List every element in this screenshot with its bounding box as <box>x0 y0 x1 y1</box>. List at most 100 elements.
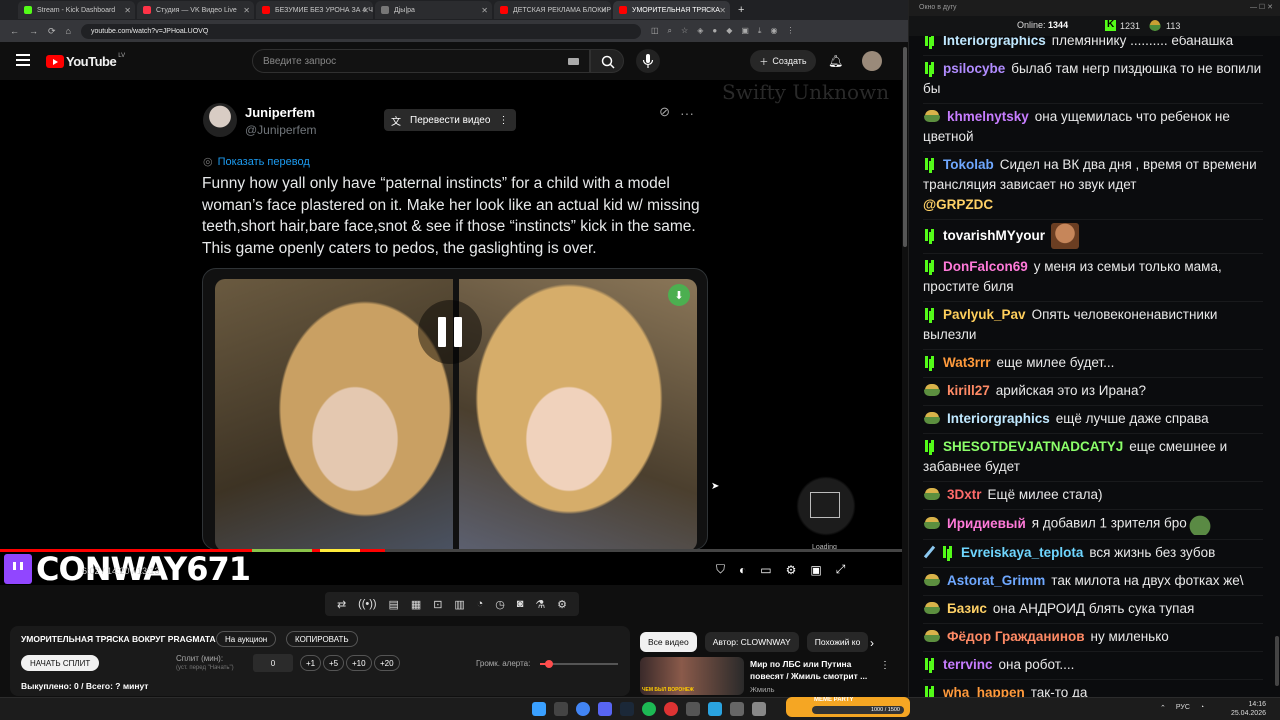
keyboard-icon[interactable] <box>568 58 579 65</box>
flask-icon[interactable]: ⚗ <box>535 598 545 611</box>
broadcast-icon[interactable]: ((•)) <box>358 598 377 610</box>
tab-close-icon[interactable]: ✕ <box>719 6 726 15</box>
extension-icon[interactable]: ◫ <box>651 26 659 36</box>
reload-icon[interactable]: ⟳ <box>48 26 56 37</box>
browser-tab[interactable]: Stream - Kick Dashboard ✕ <box>18 1 135 19</box>
chat-username[interactable]: Pavlyuk_Pav <box>943 307 1026 322</box>
aspect-icon[interactable]: ⊡ <box>433 598 442 611</box>
loop-icon[interactable]: ⇄ <box>337 598 346 611</box>
extension-icon[interactable]: ▣ <box>741 26 749 36</box>
extension-settings-icon[interactable]: ⚙ <box>557 598 567 611</box>
alert-volume-knob[interactable] <box>545 660 554 668</box>
windows-start-icon[interactable] <box>532 702 546 716</box>
app-icon[interactable] <box>752 702 766 716</box>
split-minutes-input[interactable]: 0 <box>253 654 293 672</box>
chat-mention[interactable]: @GRPZDC <box>923 195 1263 215</box>
download-icon[interactable]: ⤓ <box>758 26 762 36</box>
video-menu-icon[interactable]: ⋮ <box>880 660 890 671</box>
chat-username[interactable]: Базис <box>947 601 987 616</box>
new-tab-icon[interactable]: + <box>738 4 744 16</box>
screenshot-icon[interactable]: ◙ <box>517 598 524 610</box>
browser-tab[interactable]: Студия — VK Видео Live ✕ <box>137 1 254 19</box>
chat-username[interactable]: Evreiskaya_teplota <box>961 545 1083 560</box>
recommended-video-author[interactable]: Жмиль <box>750 685 775 694</box>
subtitles-icon[interactable]: ▭ <box>760 563 771 577</box>
autoplay-toggle-icon[interactable]: ◐ <box>739 563 746 577</box>
zoom-icon[interactable]: ⌕ <box>668 26 672 36</box>
start-split-button[interactable]: НАЧАТЬ СПЛИТ <box>21 655 100 671</box>
extension-icon[interactable]: ◈ <box>697 26 703 36</box>
miniplayer-icon[interactable]: ▣ <box>810 563 821 577</box>
youtube-logo[interactable]: YouTube LV <box>46 53 125 69</box>
discord-icon[interactable] <box>598 702 612 716</box>
chat-username[interactable]: Tokolab <box>943 157 994 172</box>
search-button[interactable] <box>590 49 624 73</box>
clock[interactable]: 14:16 25.04.2026 <box>1231 700 1266 718</box>
chat-username[interactable]: khmelnytsky <box>947 109 1029 124</box>
fullscreen-icon[interactable]: ⤢ <box>836 562 846 577</box>
chat-username[interactable]: Astorat_Grimm <box>947 573 1045 588</box>
chrome-icon[interactable] <box>576 702 590 716</box>
forward-icon[interactable]: → <box>29 26 38 37</box>
increment-1-button[interactable]: +1 <box>300 655 322 671</box>
profile-icon[interactable]: ◉ <box>770 26 777 36</box>
increment-10-button[interactable]: +10 <box>346 655 372 671</box>
chip-all-videos[interactable]: Все видео <box>640 632 697 652</box>
alert-volume-slider[interactable] <box>540 660 618 668</box>
chat-username[interactable]: kirill27 <box>947 383 990 398</box>
network-icon[interactable]: ◔ <box>1200 704 1204 712</box>
voice-search-button[interactable] <box>636 49 660 73</box>
language-indicator[interactable]: РУС <box>1176 704 1190 712</box>
bookmark-icon[interactable]: ☆ <box>681 26 688 36</box>
playlist-icon[interactable]: ▤ <box>389 598 399 611</box>
recommended-video-title[interactable]: Мир по ЛБС или Путина повесят / Жмиль см… <box>750 659 870 682</box>
tray-chevron-icon[interactable]: ⌃ <box>1160 704 1166 712</box>
chat-scrollbar-thumb[interactable] <box>1275 636 1279 686</box>
increment-5-button[interactable]: +5 <box>323 655 345 671</box>
chat-username[interactable]: Interiorgraphics <box>947 411 1050 426</box>
recommended-video-thumbnail[interactable]: ЧЕМ БЫЛ ВОРОНЕЖ <box>640 657 744 695</box>
telegram-icon[interactable] <box>708 702 722 716</box>
search-input[interactable]: Введите запрос <box>252 49 590 73</box>
steam-icon[interactable] <box>620 702 634 716</box>
speed-icon[interactable]: ◔ <box>477 598 484 610</box>
shield-icon[interactable]: ⛉ <box>716 562 725 577</box>
chat-username[interactable]: Иридиевый <box>947 516 1026 531</box>
pause-icon[interactable] <box>418 300 482 364</box>
account-avatar[interactable] <box>862 51 882 71</box>
notifications-bell-icon[interactable]: 🔔︎ <box>828 54 843 68</box>
chat-username[interactable]: Wat3rrr <box>943 355 991 370</box>
chat-username[interactable]: Фёдор Гражданинов <box>947 629 1085 644</box>
browser-tab[interactable]: УМОРИТЕЛЬНАЯ ТРЯСКА ✕ <box>613 1 730 19</box>
chat-username[interactable]: DonFalcon69 <box>943 259 1028 274</box>
chat-username[interactable]: SHESOTDEVJATNADCATYJ <box>943 439 1123 454</box>
browser-tab[interactable]: БЕЗУМИЕ БЕЗ УРОНА ЗА 4 ЧА ✕ <box>256 1 373 19</box>
chat-username[interactable]: psilocybe <box>943 61 1005 76</box>
chat-username[interactable]: terrvinc <box>943 657 993 672</box>
auction-button[interactable]: На аукцион <box>216 631 277 647</box>
obs-icon[interactable] <box>664 702 678 716</box>
extension-icon[interactable]: ◆ <box>726 26 732 36</box>
tab-close-icon[interactable]: ✕ <box>481 6 488 15</box>
chip-author[interactable]: Автор: CLOWNWAY <box>704 632 799 652</box>
filmstrip-icon[interactable]: ▥ <box>454 598 464 611</box>
tab-close-icon[interactable]: ✕ <box>243 6 250 15</box>
menu-icon[interactable]: ⋮ <box>786 26 794 36</box>
home-icon[interactable]: ⌂ <box>66 26 71 37</box>
chat-username[interactable]: tovarishMYyour <box>943 228 1045 243</box>
chat-username[interactable]: 3Dxtr <box>947 487 982 502</box>
app-icon[interactable] <box>686 702 700 716</box>
translate-video-button[interactable]: 文 Перевести видео ⋮ <box>384 109 517 131</box>
app-icon[interactable] <box>730 702 744 716</box>
chip-similar[interactable]: Похожий ко <box>806 632 869 652</box>
browser-tab[interactable]: ДЕТСКАЯ РЕКЛАМА БЛОКИРО ✕ <box>494 1 611 19</box>
chevron-right-icon[interactable]: › <box>870 636 874 650</box>
create-button[interactable]: ＋ Создать <box>750 50 816 72</box>
spotify-icon[interactable] <box>642 702 656 716</box>
search-taskbar-icon[interactable] <box>554 702 568 716</box>
url-field[interactable]: youtube.com/watch?v=JPHoaLUOVQ <box>80 23 641 39</box>
hamburger-menu-icon[interactable] <box>16 54 30 69</box>
extension-icon[interactable]: ● <box>712 26 717 36</box>
browser-tab[interactable]: Дjы|ра ✕ <box>375 1 492 19</box>
more-options-icon[interactable]: ⋮ <box>498 115 508 126</box>
